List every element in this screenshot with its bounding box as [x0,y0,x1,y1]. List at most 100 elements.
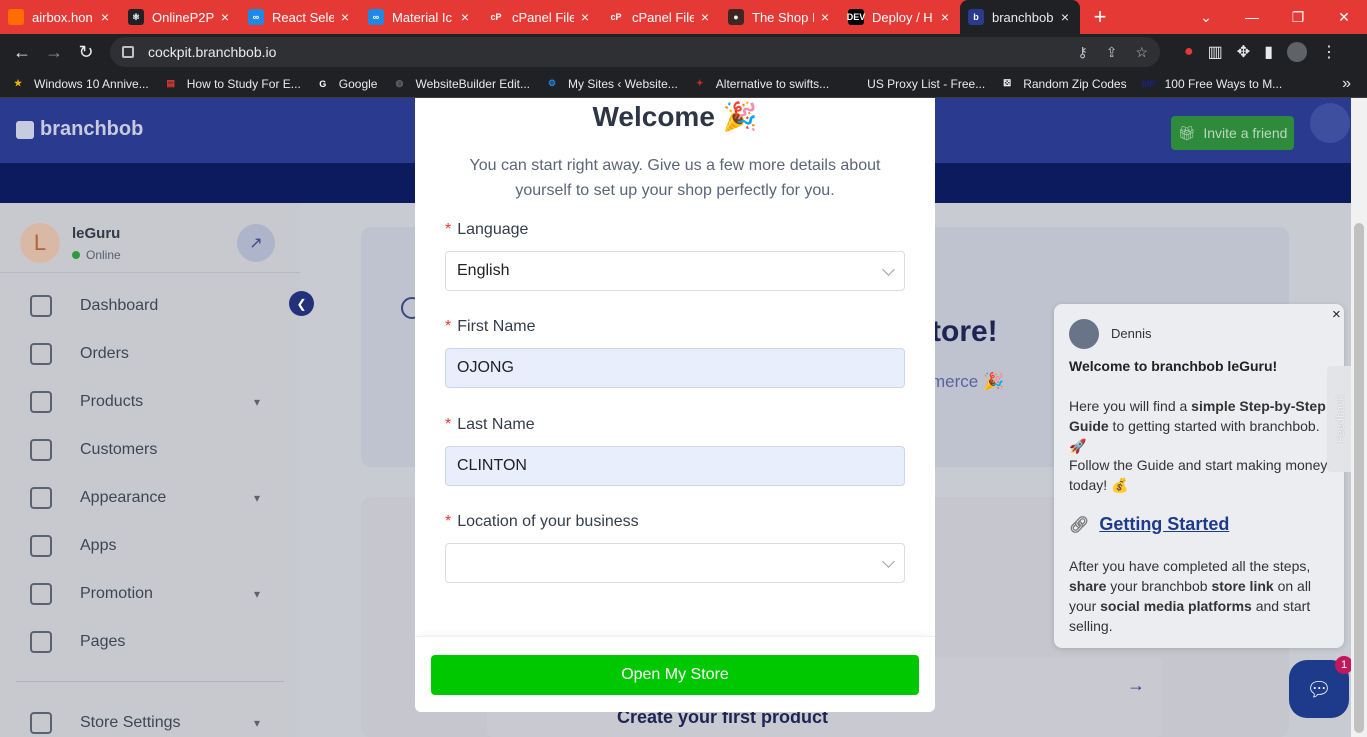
user-avatar: L [20,223,60,263]
chevron-down-icon: ▾ [254,716,261,730]
bookmark-item[interactable]: ◍ WebsiteBuilder Edit... [391,76,530,92]
reading-list-icon[interactable]: ▥ [1208,42,1223,62]
chevron-down-icon [882,262,895,276]
key-icon[interactable]: ⚷ [1077,44,1087,61]
close-window-button[interactable]: ✕ [1321,0,1367,34]
restore-button[interactable]: ❐ [1275,0,1321,34]
collapse-sidebar-button[interactable]: ❮ [289,291,314,316]
sidebar-item-orders[interactable]: Orders [0,334,300,374]
sidebar-item-label: Orders [80,345,129,362]
sidebar-item-label: Dashboard [80,297,159,314]
sidebar-item-apps[interactable]: Apps [0,526,300,566]
first-name-input[interactable]: OJONG [445,348,905,388]
bookmark-label: Alternative to swifts... [715,76,830,91]
browser-tab-strip: airbox.hon×⚛OnlineP2P×∞React Selec×∞Mate… [0,0,1367,34]
browser-tab[interactable]: b branchbob × [960,0,1080,34]
shop-icon: ● [728,9,744,25]
bookmark-item[interactable]: ★ Windows 10 Annive... [10,76,149,92]
close-chat-icon[interactable]: × [1332,306,1341,323]
bookmark-item[interactable]: MP 100 Free Ways to M... [1141,76,1282,92]
tab-close-icon[interactable]: × [458,9,472,25]
open-store-link-icon[interactable]: ↗ [237,224,275,262]
profile-avatar-icon[interactable] [1287,42,1308,62]
browser-tab[interactable]: ∞ React Selec× [240,0,360,34]
forward-button[interactable]: → [38,36,70,68]
sidebar-item-pages[interactable]: Pages [0,622,300,662]
bookmark-label: Windows 10 Annive... [34,76,149,91]
page-scrollbar[interactable] [1351,98,1367,737]
browser-tab[interactable]: cP cPanel File × [600,0,720,34]
browser-tab[interactable]: ∞ Material Ic × [360,0,480,34]
last-name-input[interactable]: CLINTON [445,446,905,486]
chat-text: After you have completed all the steps, [1069,558,1311,574]
bookmarks-overflow-button[interactable]: » [1342,75,1351,93]
getting-started-link[interactable]: 🔗︎ Getting Started [1069,514,1229,535]
bookmark-star-icon[interactable]: ☆ [1135,44,1148,61]
tab-close-icon[interactable]: × [818,9,832,25]
bookmark-item[interactable]: ▤ How to Study For E... [163,76,300,92]
branchbob-logo[interactable]: branchbob [16,118,143,141]
sidebar-item-customers[interactable]: Customers [0,430,300,470]
extensions-puzzle-icon[interactable]: ✥ [1237,42,1250,62]
sidebar-item-dashboard[interactable]: Dashboard [0,286,300,326]
bookmark-label: US Proxy List - Free... [867,76,986,91]
browser-menu-icon[interactable]: ⋮ [1321,42,1337,62]
tab-title: Deploy / H [872,9,933,25]
bookmarks-bar: ★ Windows 10 Annive... ▤ How to Study For E… [0,70,1367,98]
location-select[interactable] [445,543,905,583]
tab-close-icon[interactable]: × [98,9,112,25]
minimize-button[interactable]: — [1229,0,1275,34]
language-label-text: Language [457,221,529,238]
tab-close-icon[interactable]: × [338,9,352,25]
sidebar-item-promotion[interactable]: Promotion ▾ [0,574,300,614]
tab-close-icon[interactable]: × [938,9,952,25]
browser-tab[interactable]: ● The Shop I × [720,0,840,34]
invite-friend-button[interactable]: 🎁︎ Invite a friend [1171,116,1294,150]
bookmark-item[interactable]: US Proxy List - Free... [843,76,985,92]
link-icon: 🔗︎ [1069,516,1090,534]
side-panel-icon[interactable]: ▮ [1264,42,1273,62]
share-icon[interactable]: ⇪ [1106,44,1118,61]
browser-tab[interactable]: DEV Deploy / H × [840,0,960,34]
address-bar[interactable]: cockpit.branchbob.io ⚷ ⇪ ☆ [110,37,1160,67]
dice-icon: ⚄ [1003,78,1012,88]
logo-text: branchbob [40,118,144,140]
bookmark-item[interactable]: ✦ Alternative to swifts... [692,76,829,92]
browser-tab[interactable]: cP cPanel File × [480,0,600,34]
bookmark-item[interactable]: ⚙ My Sites ‹ Website... [544,76,678,92]
sidebar-item-products[interactable]: Products ▾ [0,382,300,422]
last-name-value: CLINTON [457,457,527,474]
tab-close-icon[interactable]: × [1058,9,1072,25]
chat-paragraph-2: Follow the Guide and start making money … [1069,457,1328,493]
language-select[interactable]: English [445,251,905,291]
tab-title: cPanel File [632,9,694,25]
bookmark-item[interactable]: G Google [315,76,377,92]
tab-close-icon[interactable]: × [578,9,592,25]
browser-tab[interactable]: ⚛ OnlineP2P × [120,0,240,34]
open-my-store-button[interactable]: Open My Store [431,655,919,695]
user-name: leGuru [72,225,121,242]
sidebar-item-label: Apps [80,537,117,554]
tab-title: airbox.hon [32,9,93,25]
react-select-icon: ∞ [248,9,264,25]
tab-close-icon[interactable]: × [698,9,712,25]
users-icon [30,439,52,461]
chevron-down-icon: ▾ [254,587,261,601]
reload-button[interactable]: ↻ [70,36,102,68]
bookmark-item[interactable]: ⚄ Random Zip Codes [999,76,1126,92]
back-button[interactable]: ← [6,36,38,68]
tab-close-icon[interactable]: × [218,9,232,25]
sidebar-item-appearance[interactable]: Appearance ▾ [0,478,300,518]
arrow-right-icon[interactable]: → [1127,675,1145,696]
new-tab-button[interactable]: + [1080,0,1120,34]
required-mark: * [445,416,452,433]
tab-search-button[interactable]: ⌄ [1183,0,1229,34]
sidebar-item-store-settings[interactable]: Store Settings ▾ [0,703,300,737]
browser-tab[interactable]: airbox.hon × [0,0,120,34]
header-avatar[interactable] [1310,103,1350,143]
list-icon [30,631,52,653]
scrollbar-thumb[interactable] [1354,223,1364,733]
extension-badge-icon[interactable]: ● [1184,43,1194,61]
chevron-down-icon: ▾ [254,395,261,409]
feedback-label: Feedback [1335,394,1347,444]
